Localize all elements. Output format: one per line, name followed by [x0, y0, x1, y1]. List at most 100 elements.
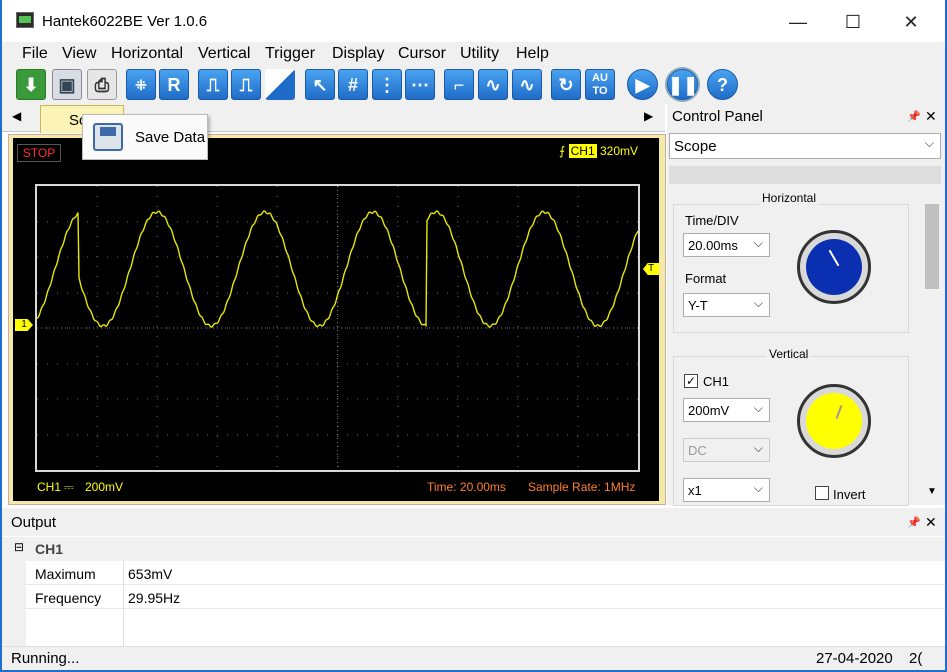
- volts-knob-face: [806, 393, 862, 449]
- step-pulse-icon[interactable]: ⎍: [231, 69, 261, 100]
- tab-next-icon[interactable]: ▶: [644, 109, 653, 123]
- chevron-down-icon: ⌵: [753, 401, 763, 415]
- menu-trigger[interactable]: Trigger: [265, 45, 315, 63]
- timebase-knob[interactable]: [797, 230, 871, 304]
- scrollbar[interactable]: ▼: [923, 186, 941, 504]
- output-row-name: Frequency: [35, 590, 102, 606]
- probe-select[interactable]: x1 ⌵: [683, 478, 770, 502]
- cursor-select-icon[interactable]: ↖: [305, 69, 335, 100]
- probe-value: x1: [688, 483, 702, 498]
- menu-horizontal[interactable]: Horizontal: [111, 45, 183, 63]
- invert-checkbox[interactable]: [815, 486, 829, 500]
- menu-view[interactable]: View: [62, 45, 96, 63]
- ch1-marker[interactable]: 1: [15, 319, 33, 331]
- ramp-icon[interactable]: [265, 69, 295, 100]
- menu-help[interactable]: Help: [516, 45, 549, 63]
- coupling-value: DC: [688, 443, 707, 458]
- pin-icon[interactable]: 📌: [907, 516, 921, 529]
- menu-display[interactable]: Display: [332, 45, 384, 63]
- time-readout: Time: 20.00ms: [427, 480, 506, 494]
- pause-icon[interactable]: ❚❚: [667, 69, 698, 100]
- output-group-row[interactable]: ⊟ CH1: [2, 537, 945, 561]
- timediv-select[interactable]: 20.00ms ⌵: [683, 233, 770, 257]
- output-row: Maximum 653mV: [2, 561, 945, 585]
- volts-knob[interactable]: [797, 384, 871, 458]
- print-icon[interactable]: ⎙: [87, 69, 117, 100]
- zoom-icon[interactable]: ⁜: [126, 69, 156, 100]
- panel-splitter[interactable]: [669, 166, 941, 184]
- window-title: Hantek6022BE Ver 1.0.6: [42, 13, 208, 30]
- output-row-value: 29.95Hz: [128, 590, 181, 606]
- refresh-icon[interactable]: ↻: [551, 69, 581, 100]
- tab-prev-icon[interactable]: ◀: [12, 109, 21, 123]
- output-header: [2, 508, 945, 536]
- reference-button[interactable]: R: [159, 69, 189, 100]
- ch1-checkbox[interactable]: ✓: [684, 374, 698, 388]
- waveform-plot[interactable]: [35, 184, 640, 472]
- chevron-down-icon: ⌵: [924, 136, 934, 150]
- save-icon[interactable]: ▣: [52, 69, 82, 100]
- pulse-icon[interactable]: ⎍: [198, 69, 228, 100]
- menu-cursor[interactable]: Cursor: [398, 45, 446, 63]
- chevron-down-icon: ⌵: [753, 296, 763, 310]
- output-close-button[interactable]: ✕: [925, 514, 937, 531]
- ch1-scale: 200mV: [85, 480, 124, 494]
- output-row-name: Maximum: [35, 566, 96, 582]
- output-row: Frequency 29.95Hz: [2, 585, 945, 609]
- vertical-title: Vertical: [766, 347, 812, 361]
- volts-div-select[interactable]: 200mV ⌵: [683, 398, 770, 422]
- ch1-check-label: CH1: [703, 374, 730, 389]
- control-panel-title: Control Panel: [672, 108, 763, 125]
- auto-button[interactable]: AU TO: [585, 69, 615, 100]
- trigger-marker[interactable]: T: [643, 263, 659, 275]
- status-text: Running...: [11, 650, 80, 667]
- run-icon[interactable]: ▶: [627, 69, 658, 100]
- timebase-knob-face: [806, 239, 862, 295]
- ch1-waveform: [36, 210, 639, 328]
- help-button[interactable]: ?: [707, 69, 738, 100]
- invert-label: Invert: [833, 487, 866, 502]
- main-window: Hantek6022BE Ver 1.0.6 — ☐ ✕ File View H…: [2, 0, 945, 670]
- menu-utility[interactable]: Utility: [460, 45, 499, 63]
- control-panel: Control Panel 📌 ✕ Scope ⌵ ▼ Horizontal Ti…: [667, 104, 945, 506]
- pin-icon[interactable]: 📌: [907, 110, 921, 123]
- output-panel: Output 📌 ✕ ⊟ CH1 Maximum 653mV Frequency…: [2, 508, 945, 646]
- format-select[interactable]: Y-T ⌵: [683, 293, 770, 317]
- step-wave-icon[interactable]: ⌐: [444, 69, 474, 100]
- output-title: Output: [11, 514, 57, 531]
- sine-wave-icon[interactable]: ∿: [512, 69, 542, 100]
- title-bar: Hantek6022BE Ver 1.0.6 — ☐ ✕: [2, 0, 945, 42]
- save-icon: [93, 123, 123, 151]
- scope-frame: STOP ⨍ CH1 320mV 1 T CH1 ⎓ 200mV Time: 2…: [8, 134, 666, 505]
- status-extra: 2(: [909, 650, 923, 667]
- status-badge: STOP: [17, 144, 61, 162]
- timediv-value: 20.00ms: [688, 238, 738, 253]
- scope-screen: STOP ⨍ CH1 320mV 1 T CH1 ⎓ 200mV Time: 2…: [13, 138, 659, 501]
- menu-bar: File View Horizontal Vertical Trigger Di…: [2, 42, 945, 66]
- menu-vertical[interactable]: Vertical: [198, 45, 250, 63]
- scope-area: ◀ Scope ▶ STOP ⨍ CH1 320mV 1 T CH1 ⎓: [2, 104, 666, 505]
- vertical-cursor-icon[interactable]: ⋮: [372, 69, 402, 100]
- output-group-label: CH1: [35, 541, 64, 557]
- trigger-edge-icon: ⨍: [559, 144, 566, 158]
- close-button[interactable]: ✕: [888, 8, 934, 36]
- grid-icon[interactable]: #: [338, 69, 368, 100]
- wave-icon[interactable]: ∿: [478, 69, 508, 100]
- collapse-icon[interactable]: ⊟: [14, 540, 24, 554]
- scope-bottom-bar: CH1 ⎓ 200mV Time: 20.00ms Sample Rate: 1…: [35, 477, 640, 497]
- sample-rate-readout: Sample Rate: 1MHz: [528, 480, 636, 494]
- view-select[interactable]: Scope ⌵: [669, 133, 941, 159]
- minimize-button[interactable]: —: [775, 8, 821, 36]
- panel-close-button[interactable]: ✕: [925, 108, 937, 125]
- save-data-popup[interactable]: Save Data: [82, 114, 208, 160]
- save-data-label: Save Data: [135, 129, 206, 146]
- horizontal-cursor-icon[interactable]: ⋯: [405, 69, 435, 100]
- view-select-value: Scope: [674, 138, 717, 155]
- output-row-value: 653mV: [128, 566, 173, 582]
- menu-file[interactable]: File: [22, 45, 48, 63]
- format-label: Format: [685, 271, 727, 286]
- open-icon[interactable]: ⬇: [16, 69, 46, 100]
- toolbar: ⬇ ▣ ⎙ ⁜ R ⎍ ⎍ ↖ # ⋮ ⋯ ⌐ ∿ ∿ ↻ AU TO ▶ ❚❚…: [2, 66, 945, 104]
- volts-div-value: 200mV: [688, 403, 730, 418]
- maximize-button[interactable]: ☐: [830, 8, 876, 36]
